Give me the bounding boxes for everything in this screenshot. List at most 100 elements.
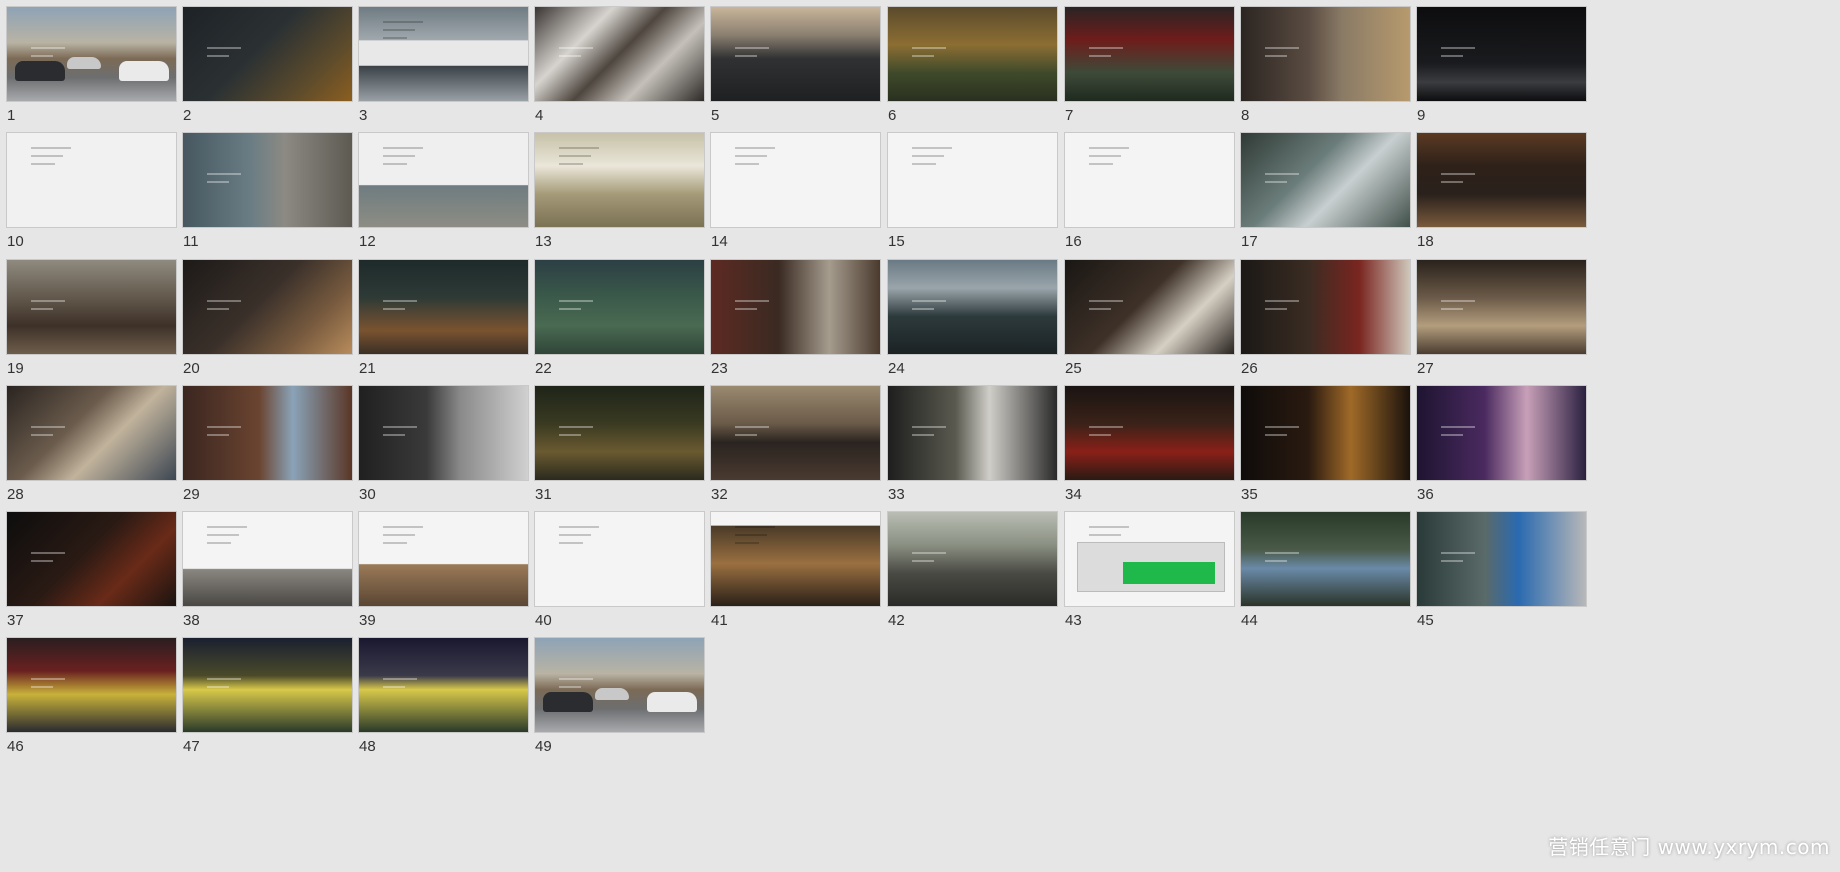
slide-thumbnail-36[interactable]: 36 <box>1416 385 1587 503</box>
slide-thumbnail-33[interactable]: 33 <box>887 385 1058 503</box>
slide-thumbnail-6[interactable]: 6 <box>887 6 1058 124</box>
slide-thumbnail-3[interactable]: 3 <box>358 6 529 124</box>
slide-preview <box>182 132 353 228</box>
slide-thumbnail-38[interactable]: 38 <box>182 511 353 629</box>
slide-number: 21 <box>359 360 376 377</box>
slide-number: 13 <box>535 233 552 250</box>
slide-thumbnail-49[interactable]: 49 <box>534 637 705 755</box>
slide-preview <box>6 6 177 102</box>
slide-thumbnail-22[interactable]: 22 <box>534 259 705 377</box>
slide-preview <box>1416 132 1587 228</box>
slide-number: 38 <box>183 612 200 629</box>
slide-thumbnail-25[interactable]: 25 <box>1064 259 1235 377</box>
slide-preview <box>6 259 177 355</box>
slide-thumbnail-20[interactable]: 20 <box>182 259 353 377</box>
slide-number: 36 <box>1417 486 1434 503</box>
slide-thumbnail-7[interactable]: 7 <box>1064 6 1235 124</box>
slide-thumbnail-35[interactable]: 35 <box>1240 385 1411 503</box>
slide-preview <box>1064 511 1235 607</box>
slide-thumbnail-13[interactable]: 13 <box>534 132 705 250</box>
slide-preview <box>182 6 353 102</box>
slide-number: 1 <box>7 107 16 124</box>
slide-thumbnail-4[interactable]: 4 <box>534 6 705 124</box>
slide-preview <box>710 259 881 355</box>
slide-thumbnail-47[interactable]: 47 <box>182 637 353 755</box>
slide-thumbnail-18[interactable]: 18 <box>1416 132 1587 250</box>
slide-number: 40 <box>535 612 552 629</box>
slide-sorter-grid: 1 2 3 4 5 6 7 8 9 10 11 12 13 14 15 16 17 18 19 20 21 22 23 24 2… <box>0 0 1840 872</box>
slide-number: 47 <box>183 738 200 755</box>
slide-thumbnail-15[interactable]: 15 <box>887 132 1058 250</box>
slide-thumbnail-19[interactable]: 19 <box>6 259 177 377</box>
slide-number: 26 <box>1241 360 1258 377</box>
slide-number: 23 <box>711 360 728 377</box>
slide-number: 5 <box>711 107 720 124</box>
slide-preview <box>710 385 881 481</box>
slide-thumbnail-17[interactable]: 17 <box>1240 132 1411 250</box>
slide-thumbnail-27[interactable]: 27 <box>1416 259 1587 377</box>
slide-preview <box>1240 6 1411 102</box>
slide-thumbnail-11[interactable]: 11 <box>182 132 353 250</box>
slide-preview <box>358 259 529 355</box>
slide-number: 31 <box>535 486 552 503</box>
slide-preview <box>1416 511 1587 607</box>
slide-number: 44 <box>1241 612 1258 629</box>
slide-preview <box>358 132 529 228</box>
slide-preview <box>887 385 1058 481</box>
slide-thumbnail-14[interactable]: 14 <box>710 132 881 250</box>
slide-thumbnail-31[interactable]: 31 <box>534 385 705 503</box>
slide-thumbnail-24[interactable]: 24 <box>887 259 1058 377</box>
slide-preview <box>534 132 705 228</box>
slide-thumbnail-46[interactable]: 46 <box>6 637 177 755</box>
slide-thumbnail-48[interactable]: 48 <box>358 637 529 755</box>
slide-thumbnail-39[interactable]: 39 <box>358 511 529 629</box>
slide-thumbnail-40[interactable]: 40 <box>534 511 705 629</box>
slide-number: 24 <box>888 360 905 377</box>
slide-thumbnail-21[interactable]: 21 <box>358 259 529 377</box>
slide-thumbnail-37[interactable]: 37 <box>6 511 177 629</box>
slide-number: 42 <box>888 612 905 629</box>
slide-number: 41 <box>711 612 728 629</box>
slide-number: 48 <box>359 738 376 755</box>
slide-thumbnail-10[interactable]: 10 <box>6 132 177 250</box>
slide-preview <box>6 385 177 481</box>
slide-number: 20 <box>183 360 200 377</box>
slide-number: 22 <box>535 360 552 377</box>
slide-thumbnail-45[interactable]: 45 <box>1416 511 1587 629</box>
slide-number: 29 <box>183 486 200 503</box>
slide-number: 16 <box>1065 233 1082 250</box>
slide-thumbnail-8[interactable]: 8 <box>1240 6 1411 124</box>
slide-thumbnail-43[interactable]: 43 <box>1064 511 1235 629</box>
slide-preview <box>1064 385 1235 481</box>
slide-thumbnail-12[interactable]: 12 <box>358 132 529 250</box>
slide-thumbnail-30[interactable]: 30 <box>358 385 529 503</box>
slide-thumbnail-2[interactable]: 2 <box>182 6 353 124</box>
slide-preview <box>182 637 353 733</box>
slide-thumbnail-26[interactable]: 26 <box>1240 259 1411 377</box>
slide-number: 12 <box>359 233 376 250</box>
slide-preview <box>887 6 1058 102</box>
slide-thumbnail-5[interactable]: 5 <box>710 6 881 124</box>
slide-number: 3 <box>359 107 368 124</box>
slide-preview <box>1064 132 1235 228</box>
slide-thumbnail-28[interactable]: 28 <box>6 385 177 503</box>
slide-thumbnail-42[interactable]: 42 <box>887 511 1058 629</box>
slide-preview <box>182 259 353 355</box>
slide-thumbnail-32[interactable]: 32 <box>710 385 881 503</box>
slide-number: 39 <box>359 612 376 629</box>
slide-thumbnail-34[interactable]: 34 <box>1064 385 1235 503</box>
slide-number: 2 <box>183 107 192 124</box>
slide-preview <box>1240 259 1411 355</box>
slide-thumbnail-29[interactable]: 29 <box>182 385 353 503</box>
slide-preview <box>534 259 705 355</box>
slide-thumbnail-23[interactable]: 23 <box>710 259 881 377</box>
slide-preview <box>358 637 529 733</box>
slide-thumbnail-41[interactable]: 41 <box>710 511 881 629</box>
slide-preview <box>887 132 1058 228</box>
slide-thumbnail-44[interactable]: 44 <box>1240 511 1411 629</box>
slide-thumbnail-9[interactable]: 9 <box>1416 6 1587 124</box>
slide-number: 30 <box>359 486 376 503</box>
slide-preview <box>1240 511 1411 607</box>
slide-thumbnail-1[interactable]: 1 <box>6 6 177 124</box>
slide-thumbnail-16[interactable]: 16 <box>1064 132 1235 250</box>
